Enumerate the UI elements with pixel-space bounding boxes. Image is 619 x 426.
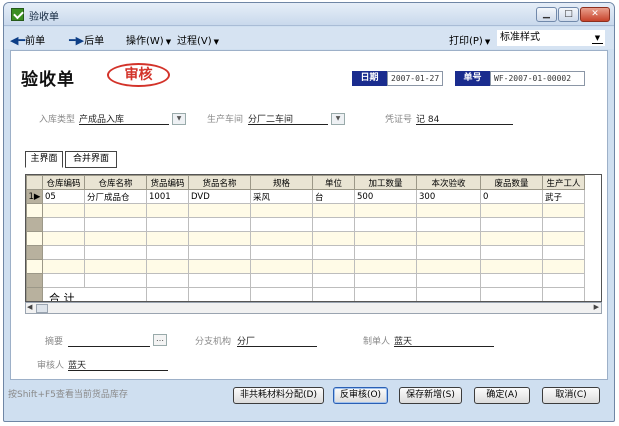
horizontal-scrollbar[interactable]: ◀ ▶ — [25, 302, 602, 314]
table-cell[interactable]: 500 — [354, 189, 417, 204]
next-label: 后单 — [84, 36, 105, 47]
date-label: 日期 — [352, 71, 387, 86]
corner-cell — [26, 175, 43, 190]
print-style-value: 标准样式 — [500, 32, 540, 43]
grid-header: 仓库编码 仓库名称 货品编码 货品名称 规格 单位 加工数量 本次验收 废品数量… — [26, 175, 585, 190]
summary-label: 摘要 — [45, 337, 64, 347]
left-arrow-icon: ◀━ — [10, 34, 26, 47]
print-label: 打印(P) — [449, 36, 483, 47]
scroll-left-icon[interactable]: ◀ — [27, 303, 32, 311]
voucher-field[interactable]: 记 84 — [416, 112, 513, 125]
process-label: 过程(V) — [177, 36, 212, 47]
maximize-button[interactable]: □ — [558, 7, 579, 22]
right-arrow-icon: ━▶ — [69, 34, 85, 47]
window-title: 验收单 — [29, 12, 59, 23]
voucher-label: 凭证号 — [385, 115, 413, 125]
next-button[interactable]: ━▶后单 — [69, 32, 104, 47]
chevron-down-icon[interactable]: ▼ — [172, 113, 186, 125]
column-header[interactable]: 加工数量 — [354, 175, 417, 190]
table-cell[interactable]: 武子 — [542, 189, 585, 204]
table-row[interactable] — [26, 245, 585, 260]
column-header[interactable]: 货品编码 — [146, 175, 189, 190]
workshop-label: 生产车间 — [207, 115, 244, 125]
table-cell[interactable]: 采风 — [250, 189, 313, 204]
column-header[interactable]: 仓库编码 — [42, 175, 85, 190]
prev-button[interactable]: ◀━前单 — [10, 32, 45, 47]
total-row: 合 计 — [26, 287, 585, 301]
toolbar: ◀━前单 ━▶后单 操作(W) ▼ 过程(V) ▼ 打印(P) ▼ 标准样式 ▼ — [4, 27, 614, 49]
operate-menu[interactable]: 操作(W) ▼ — [126, 32, 171, 47]
minimize-button[interactable]: ▁ — [536, 7, 557, 22]
workshop-field[interactable]: 分厂二车间 — [248, 112, 328, 125]
chevron-down-icon: ▼ — [165, 38, 172, 46]
doc-title: 验收单 — [21, 70, 75, 90]
column-header[interactable]: 生产工人 — [542, 175, 585, 190]
column-header[interactable]: 规格 — [250, 175, 313, 190]
chevron-down-icon: ▼ — [484, 38, 491, 46]
scroll-thumb[interactable] — [36, 304, 48, 313]
chevron-down-icon[interactable]: ▼ — [592, 32, 603, 44]
tab-main[interactable]: 主界面 — [25, 151, 63, 168]
branch-field[interactable]: 分厂 — [237, 334, 317, 347]
ellipsis-icon[interactable]: … — [153, 334, 167, 346]
total-label: 合 计 — [42, 287, 147, 301]
table-cell[interactable]: 0 — [480, 189, 543, 204]
column-header[interactable]: 单位 — [312, 175, 355, 190]
date-field[interactable]: 2007-01-27 — [387, 71, 443, 86]
ok-button[interactable]: 确定(A) — [474, 387, 530, 404]
table-row[interactable]: 1▶ 05 分厂成品仓 1001 DVD 采风 台 500 300 0 武子 — [26, 189, 585, 204]
maker-field[interactable]: 蓝天 — [394, 334, 494, 347]
print-style-select[interactable]: 标准样式 ▼ — [497, 30, 605, 46]
app-icon — [11, 8, 24, 21]
window: 验收单 ▁ □ ✕ ◀━前单 ━▶后单 操作(W) ▼ 过程(V) ▼ 打印(P) ▼… — [3, 2, 615, 422]
table-cell[interactable]: DVD — [188, 189, 251, 204]
table-cell[interactable]: 分厂成品仓 — [84, 189, 147, 204]
column-header[interactable]: 废品数量 — [480, 175, 543, 190]
table-row[interactable] — [26, 231, 585, 246]
operate-label: 操作(W) — [126, 36, 164, 47]
detail-grid[interactable]: 仓库编码 仓库名称 货品编码 货品名称 规格 单位 加工数量 本次验收 废品数量… — [25, 174, 602, 302]
maker-label: 制单人 — [363, 337, 391, 347]
table-row[interactable] — [26, 259, 585, 274]
save-new-button[interactable]: 保存新增(S) — [399, 387, 462, 404]
print-menu[interactable]: 打印(P) ▼ — [449, 32, 490, 47]
cancel-button[interactable]: 取消(C) — [542, 387, 600, 404]
summary-field[interactable] — [68, 334, 150, 347]
status-hint: 按Shift+F5查看当前货品库存 — [8, 390, 128, 400]
table-cell[interactable]: 1001 — [146, 189, 189, 204]
table-cell[interactable]: 台 — [312, 189, 355, 204]
row-marker: 1▶ — [26, 189, 43, 204]
non-shared-allocate-button[interactable]: 非共耗材料分配(D) — [233, 387, 324, 404]
no-field[interactable]: WF-2007-01-00002 — [490, 71, 585, 86]
column-header[interactable]: 本次验收 — [416, 175, 481, 190]
process-menu[interactable]: 过程(V) ▼ — [177, 32, 219, 47]
title-bar: 验收单 ▁ □ ✕ — [4, 3, 614, 26]
table-row[interactable] — [26, 217, 585, 232]
close-button[interactable]: ✕ — [580, 7, 610, 22]
tab-merge[interactable]: 合并界面 — [65, 151, 117, 168]
instock-type-label: 入库类型 — [39, 115, 76, 125]
prev-label: 前单 — [25, 36, 46, 47]
column-header[interactable]: 仓库名称 — [84, 175, 147, 190]
chevron-down-icon[interactable]: ▼ — [331, 113, 345, 125]
table-cell[interactable]: 05 — [42, 189, 85, 204]
chevron-down-icon: ▼ — [213, 38, 220, 46]
branch-label: 分支机构 — [195, 337, 232, 347]
form-panel: 验收单 审核 日期 2007-01-27 单号 WF-2007-01-00002… — [10, 50, 608, 380]
column-header[interactable]: 货品名称 — [188, 175, 251, 190]
table-row[interactable] — [26, 273, 585, 288]
scroll-right-icon[interactable]: ▶ — [594, 303, 599, 311]
no-label: 单号 — [455, 71, 490, 86]
table-cell[interactable]: 300 — [416, 189, 481, 204]
audit-stamp: 审核 — [107, 63, 170, 87]
auditor-field[interactable]: 蓝天 — [68, 358, 168, 371]
instock-type-field[interactable]: 产成品入库 — [79, 112, 169, 125]
unaudit-button[interactable]: 反审核(O) — [333, 387, 388, 404]
table-row[interactable] — [26, 203, 585, 218]
auditor-label: 审核人 — [37, 361, 65, 371]
